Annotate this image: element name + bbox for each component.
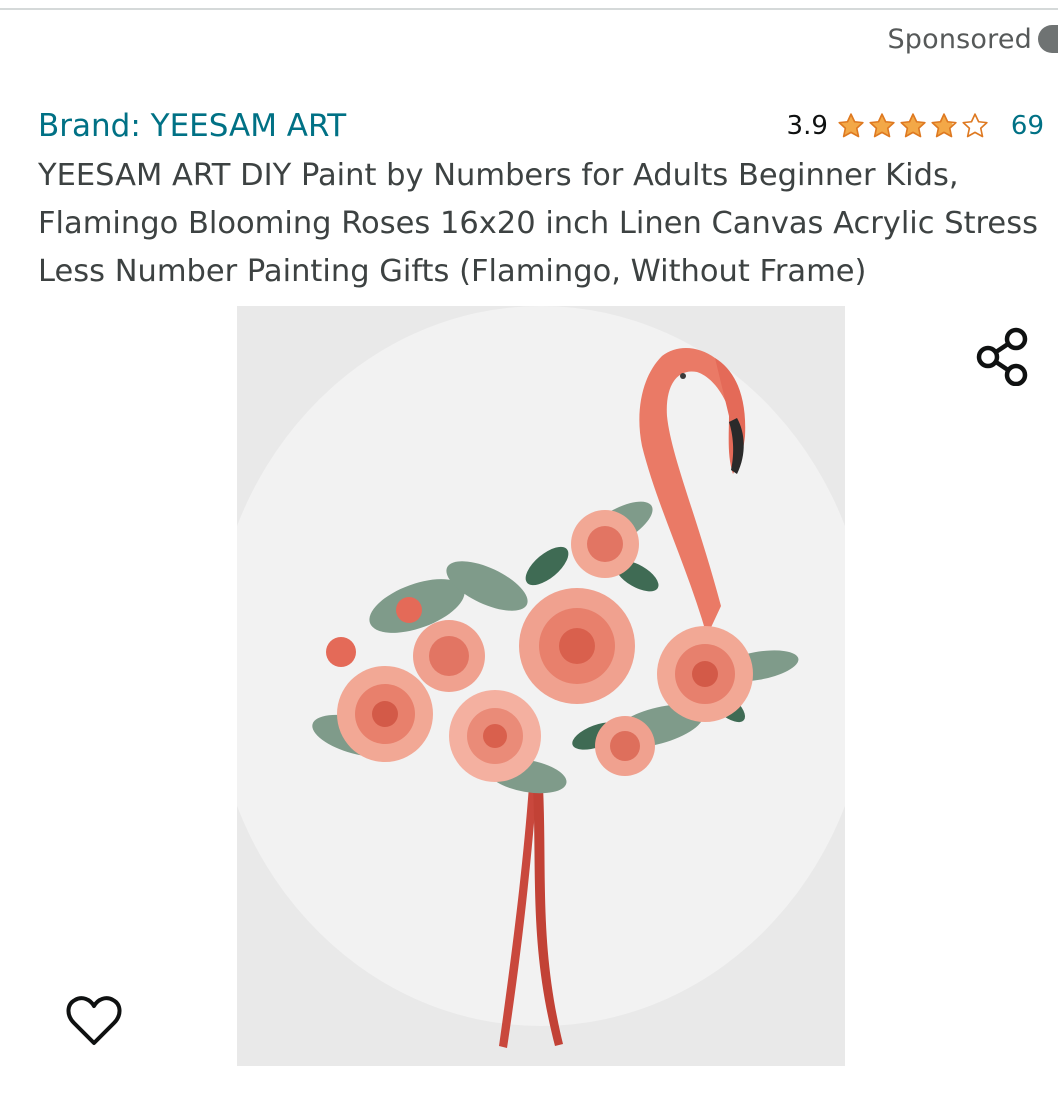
- review-count-link[interactable]: 69: [1011, 111, 1044, 141]
- flamingo-roses-artwork: [237, 306, 845, 1066]
- star-icon: [962, 113, 988, 138]
- product-image[interactable]: [237, 306, 845, 1066]
- rating-summary[interactable]: 3.9 69: [787, 104, 1044, 148]
- sponsored-label: Sponsored: [887, 23, 1032, 55]
- wishlist-button[interactable]: [60, 990, 128, 1054]
- star-icon: [900, 113, 926, 138]
- star-icon: [838, 113, 864, 138]
- top-divider: [0, 0, 1058, 10]
- rating-value: 3.9: [786, 111, 828, 141]
- star-icon: [869, 113, 895, 138]
- heart-icon: [66, 996, 122, 1045]
- share-icon: [976, 327, 1028, 386]
- star-icon: [931, 113, 957, 138]
- brand-link[interactable]: Brand: YEESAM ART: [38, 104, 346, 148]
- share-button[interactable]: [970, 324, 1034, 388]
- info-icon[interactable]: [1038, 25, 1058, 53]
- star-rating: [836, 111, 991, 141]
- product-detail-page: Sponsored Brand: YEESAM ART 3.9 69 YEESA…: [0, 0, 1058, 1118]
- sponsored-badge[interactable]: Sponsored: [887, 22, 1058, 56]
- brand-rating-row: Brand: YEESAM ART 3.9 69: [38, 104, 1046, 148]
- product-title[interactable]: YEESAM ART DIY Paint by Numbers for Adul…: [38, 152, 1053, 296]
